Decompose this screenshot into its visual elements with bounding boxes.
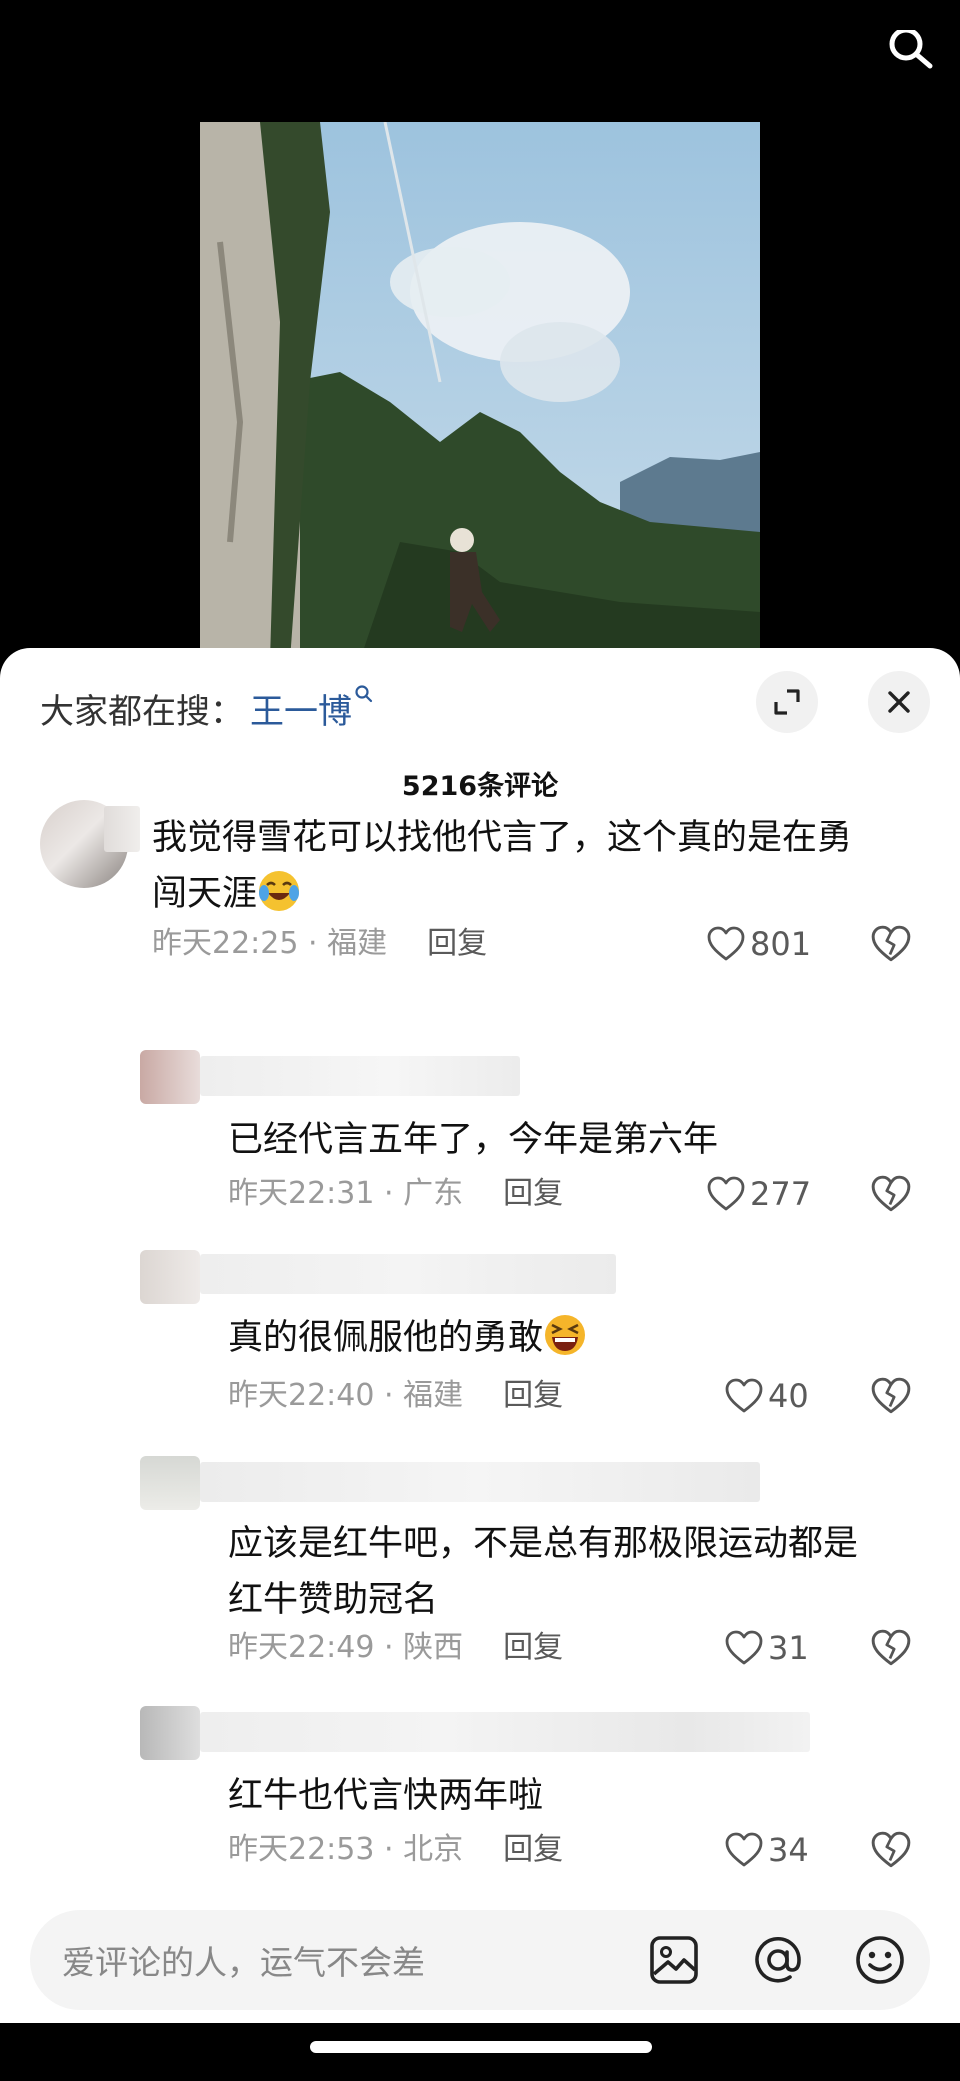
like-button[interactable]: 34: [724, 1828, 809, 1872]
comment-text: 我觉得雪花可以找他代言了，这个真的是在勇 闯天涯: [152, 818, 853, 914]
heart-icon: [725, 1378, 763, 1413]
avatar[interactable]: [140, 1706, 200, 1760]
heart-icon: [707, 1176, 745, 1211]
comment-text: 已经代言五年了，今年是第六年: [228, 1120, 719, 1160]
expand-button[interactable]: [756, 671, 818, 733]
comment-input[interactable]: 爱评论的人，运气不会差: [62, 1936, 425, 1984]
reply-item: 真的很佩服他的勇敢 昨天22:40 · 福建 回复 40: [0, 1250, 960, 1415]
like-button[interactable]: 801: [706, 922, 811, 966]
username-blurred[interactable]: [200, 1462, 760, 1502]
like-button[interactable]: 40: [724, 1374, 809, 1418]
avatar[interactable]: [140, 1250, 200, 1304]
comment-text: 真的很佩服他的勇敢: [228, 1310, 918, 1366]
comment-item: 我觉得雪花可以找他代言了，这个真的是在勇 闯天涯 昨天22:25 · 福建 回复 …: [0, 798, 960, 968]
heart-broken-icon[interactable]: [870, 1628, 912, 1668]
heart-broken-icon[interactable]: [870, 1174, 912, 1214]
comment-text: 应该是红牛吧，不是总有那极限运动都是 红牛赞助冠名: [228, 1524, 859, 1620]
heart-icon: [707, 926, 745, 961]
username-blurred[interactable]: [200, 1056, 520, 1096]
reply-button[interactable]: 回复: [503, 1832, 563, 1867]
comment-sheet: 大家都在搜： 王一博 5216条评论 我觉得雪花可以找他代言了，这个真的是在勇 闯…: [0, 648, 960, 2023]
search-icon: [355, 685, 373, 703]
heart-broken-icon[interactable]: [870, 1830, 912, 1870]
video-area: [0, 0, 960, 660]
at-icon[interactable]: [750, 1932, 806, 1988]
expand-icon: [774, 689, 800, 715]
comment-meta: 昨天22:40 · 福建 回复: [228, 1378, 564, 1413]
heart-icon: [725, 1630, 763, 1665]
reply-item: 红牛也代言快两年啦 昨天22:53 · 北京 回复 34: [0, 1706, 960, 1869]
search-icon[interactable]: [886, 30, 938, 70]
laugh-cry-emoji: [259, 871, 300, 911]
reply-item: 已经代言五年了，今年是第六年 昨天22:31 · 广东 回复 277: [0, 1050, 960, 1213]
comment-text: 红牛也代言快两年啦: [228, 1776, 544, 1816]
reply-button[interactable]: 回复: [427, 926, 487, 961]
avatar[interactable]: [140, 1050, 200, 1104]
comment-input-bar[interactable]: 爱评论的人，运气不会差: [30, 1910, 930, 2010]
username-blurred[interactable]: [104, 806, 140, 852]
reply-button[interactable]: 回复: [503, 1378, 563, 1413]
video-player[interactable]: [200, 122, 760, 660]
grin-squint-emoji: [545, 1315, 586, 1355]
comment-meta: 昨天22:53 · 北京 回复: [228, 1832, 564, 1867]
home-indicator[interactable]: [310, 2041, 652, 2053]
hot-search-label: 大家都在搜：: [40, 692, 244, 732]
reply-button[interactable]: 回复: [503, 1176, 563, 1211]
comment-meta: 昨天22:31 · 广东 回复: [228, 1176, 564, 1211]
reply-button[interactable]: 回复: [503, 1630, 563, 1665]
like-button[interactable]: 277: [706, 1172, 811, 1216]
username-blurred[interactable]: [200, 1254, 616, 1294]
close-icon: [888, 691, 910, 713]
comment-meta: 昨天22:49 · 陕西 回复: [228, 1630, 564, 1665]
like-count: 34: [768, 1831, 809, 1869]
heart-broken-icon[interactable]: [870, 924, 912, 964]
like-count: 31: [768, 1629, 809, 1667]
like-count: 277: [750, 1175, 812, 1213]
comment-meta: 昨天22:25 · 福建 回复: [152, 926, 488, 961]
system-home-area: [0, 2023, 960, 2081]
like-count: 801: [750, 925, 812, 963]
hot-search-bar[interactable]: 大家都在搜： 王一博: [40, 684, 374, 733]
username-blurred[interactable]: [200, 1712, 810, 1752]
heart-icon: [725, 1832, 763, 1867]
like-button[interactable]: 31: [724, 1626, 809, 1670]
avatar[interactable]: [140, 1456, 200, 1510]
heart-broken-icon[interactable]: [870, 1376, 912, 1416]
smiley-icon[interactable]: [852, 1932, 908, 1988]
close-button[interactable]: [868, 671, 930, 733]
like-count: 40: [768, 1377, 809, 1415]
reply-item: 应该是红牛吧，不是总有那极限运动都是 红牛赞助冠名 昨天22:49 · 陕西 回复…: [0, 1456, 960, 1667]
hot-search-keyword[interactable]: 王一博: [250, 692, 352, 732]
image-icon[interactable]: [646, 1932, 702, 1988]
